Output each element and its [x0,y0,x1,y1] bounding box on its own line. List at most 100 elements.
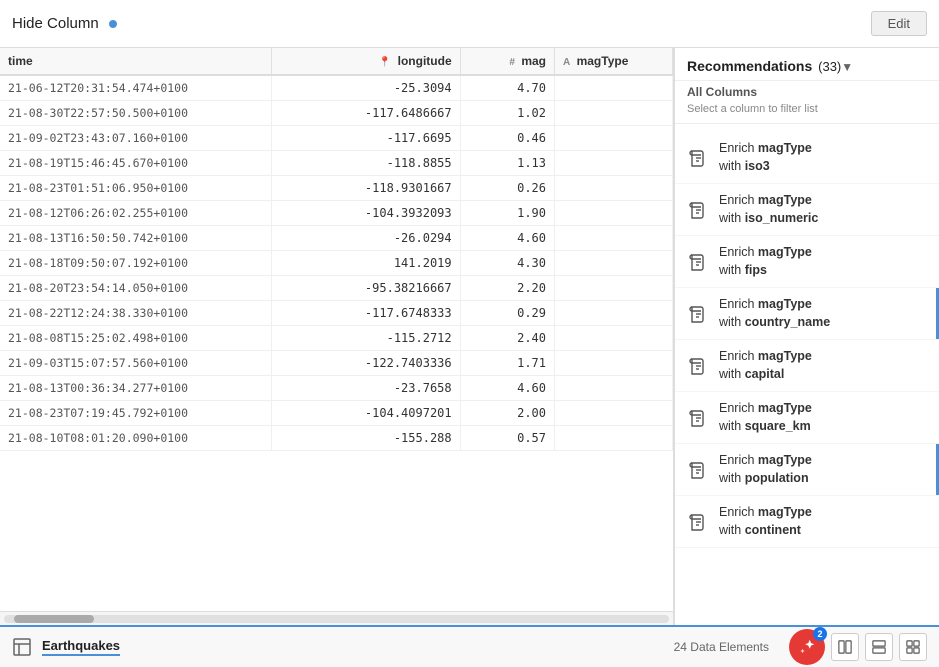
table-row: 21-08-13T00:36:34.277+0100-23.76584.60 [0,376,673,401]
rec-item[interactable]: Enrich magTypewith population [675,444,939,496]
layout-btn-2[interactable] [865,633,893,661]
data-elements-count: 24 Data Elements [674,640,769,654]
rec-text: Enrich magTypewith fips [719,244,812,279]
cell-magtype [555,176,673,201]
cell-mag: 2.00 [460,401,554,426]
rec-item[interactable]: Enrich magTypewith continent [675,496,939,548]
toolbar: Hide Column Edit [0,0,939,48]
cell-longitude: -117.6486667 [271,101,460,126]
mag-icon: # [509,57,515,68]
col-time-label: time [8,54,33,68]
table-row: 21-08-23T01:51:06.950+0100-118.93016670.… [0,176,673,201]
right-panel: Recommendations (33) ▼ All Columns Selec… [674,48,939,625]
cell-longitude: -118.8855 [271,151,460,176]
cell-longitude: -115.2712 [271,326,460,351]
badge-count: 2 [813,627,827,641]
table-row: 21-09-03T15:07:57.560+0100-122.74033361.… [0,351,673,376]
panel-filter-hint: Select a column to filter list [675,101,939,123]
cell-time: 21-08-22T12:24:38.330+0100 [0,301,271,326]
action-enrich-button[interactable]: 2 [789,629,825,665]
toolbar-title: Hide Column [12,15,863,32]
rec-item[interactable]: Enrich magTypewith country_name [675,288,939,340]
cell-mag: 1.13 [460,151,554,176]
horizontal-scrollbar[interactable] [0,611,673,625]
col-header-time[interactable]: time [0,48,271,75]
cell-mag: 1.90 [460,201,554,226]
cell-mag: 4.70 [460,75,554,101]
panel-chevron-icon[interactable]: ▼ [841,60,853,74]
cell-mag: 0.29 [460,301,554,326]
main-content: time 📍 longitude # mag A magType [0,48,939,625]
cell-time: 21-08-23T01:51:06.950+0100 [0,176,271,201]
layout-icon-1 [838,640,852,654]
rec-item[interactable]: Enrich magTypewith iso_numeric [675,184,939,236]
layout-icon-3 [906,640,920,654]
table-row: 21-08-30T22:57:50.500+0100-117.64866671.… [0,101,673,126]
cell-longitude: -25.3094 [271,75,460,101]
cell-mag: 0.57 [460,426,554,451]
status-bar: Earthquakes 24 Data Elements 2 [0,625,939,667]
table-row: 21-08-20T23:54:14.050+0100-95.382166672.… [0,276,673,301]
cell-longitude: -104.3932093 [271,201,460,226]
cell-longitude: -117.6695 [271,126,460,151]
cell-mag: 0.46 [460,126,554,151]
cell-mag: 0.26 [460,176,554,201]
cell-magtype [555,326,673,351]
cell-mag: 4.60 [460,226,554,251]
rec-item[interactable]: Enrich magTypewith capital [675,340,939,392]
rec-book-icon [687,355,709,377]
cell-time: 21-08-13T00:36:34.277+0100 [0,376,271,401]
cell-time: 21-08-19T15:46:45.670+0100 [0,151,271,176]
cell-time: 21-09-02T23:43:07.160+0100 [0,126,271,151]
cell-time: 21-08-08T15:25:02.498+0100 [0,326,271,351]
rec-text: Enrich magTypewith population [719,452,812,487]
toolbar-title-text: Hide Column [12,15,99,32]
panel-title-area: Recommendations (33) [687,58,841,74]
action-buttons: 2 [789,629,927,665]
cell-time: 21-08-12T06:26:02.255+0100 [0,201,271,226]
cell-time: 21-06-12T20:31:54.474+0100 [0,75,271,101]
cell-time: 21-08-13T16:50:50.742+0100 [0,226,271,251]
rec-item[interactable]: Enrich magTypewith square_km [675,392,939,444]
panel-divider [675,123,939,124]
cell-magtype [555,201,673,226]
cell-longitude: -26.0294 [271,226,460,251]
edit-button[interactable]: Edit [871,11,927,36]
table-row: 21-08-12T06:26:02.255+0100-104.39320931.… [0,201,673,226]
rec-text: Enrich magTypewith square_km [719,400,812,435]
rec-item[interactable]: Enrich magTypewith fips [675,236,939,288]
cell-magtype [555,426,673,451]
col-header-longitude[interactable]: 📍 longitude [271,48,460,75]
cell-mag: 1.02 [460,101,554,126]
col-mag-label: mag [521,54,546,68]
table-section: time 📍 longitude # mag A magType [0,48,674,625]
cell-mag: 1.71 [460,351,554,376]
table-wrapper[interactable]: time 📍 longitude # mag A magType [0,48,673,611]
cell-magtype [555,301,673,326]
sheet-svg [12,637,32,657]
rec-item[interactable]: Enrich magTypewith iso3 [675,132,939,184]
panel-subtitle: All Columns [675,81,939,101]
col-header-magtype[interactable]: A magType [555,48,673,75]
col-longitude-label: longitude [398,54,452,68]
cell-time: 21-08-10T08:01:20.090+0100 [0,426,271,451]
table-row: 21-08-19T15:46:45.670+0100-118.88551.13 [0,151,673,176]
col-header-mag[interactable]: # mag [460,48,554,75]
rec-text: Enrich magTypewith iso3 [719,140,812,175]
data-table: time 📍 longitude # mag A magType [0,48,673,451]
cell-magtype [555,401,673,426]
cell-magtype [555,126,673,151]
layout-btn-3[interactable] [899,633,927,661]
longitude-icon: 📍 [379,57,391,68]
sheet-icon [12,637,32,657]
table-row: 21-08-10T08:01:20.090+0100-155.2880.57 [0,426,673,451]
layout-btn-1[interactable] [831,633,859,661]
cell-magtype [555,151,673,176]
table-row: 21-08-08T15:25:02.498+0100-115.27122.40 [0,326,673,351]
rec-book-icon [687,251,709,273]
rec-book-icon [687,147,709,169]
cell-time: 21-09-03T15:07:57.560+0100 [0,351,271,376]
magtype-icon: A [563,57,570,68]
cell-mag: 4.60 [460,376,554,401]
cell-time: 21-08-23T07:19:45.792+0100 [0,401,271,426]
